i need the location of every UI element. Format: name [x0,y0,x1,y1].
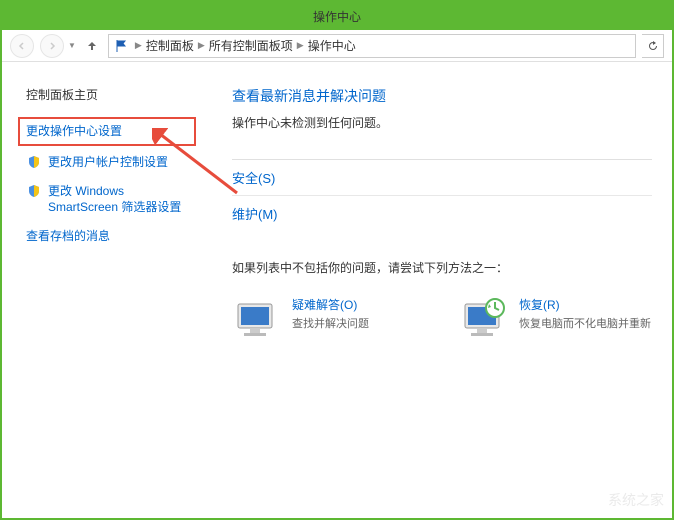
tile-title[interactable]: 疑难解答(O) [292,296,369,313]
chevron-right-icon: ▶ [135,40,142,51]
recovery-icon [459,296,507,344]
section-maintenance[interactable]: 维护(M) [232,195,652,231]
chevron-right-icon: ▶ [198,40,205,51]
section-security[interactable]: 安全(S) [232,159,652,195]
sidebar-link-label: 更改用户帐户控制设置 [48,154,168,171]
tile-info: 恢复(R) 恢复电脑而不化电脑并重新 [519,296,651,344]
flag-icon [113,37,131,55]
tile-title[interactable]: 恢复(R) [519,296,651,313]
sidebar: 控制面板主页 更改操作中心设置 更改用户帐户控制设置 更改 Windows Sm… [2,62,212,518]
sidebar-link-label: 查看存档的消息 [26,228,110,245]
sidebar-link-archived[interactable]: 查看存档的消息 [26,228,196,245]
shield-icon [26,183,42,199]
help-text: 如果列表中不包括你的问题，请尝试下列方法之一： [232,259,652,276]
chevron-right-icon: ▶ [297,40,304,51]
back-button[interactable] [10,34,34,58]
sidebar-link-uac[interactable]: 更改用户帐户控制设置 [26,154,196,171]
up-button[interactable] [82,36,102,56]
tiles-row: 疑难解答(O) 查找并解决问题 [232,296,652,344]
sidebar-title: 控制面板主页 [26,86,196,103]
forward-button[interactable] [40,34,64,58]
tile-desc: 恢复电脑而不化电脑并重新 [519,317,651,332]
history-dropdown-icon[interactable]: ▼ [68,41,76,50]
tile-info: 疑难解答(O) 查找并解决问题 [292,296,369,344]
breadcrumb-item[interactable]: 所有控制面板项 [209,37,293,54]
window-title: 操作中心 [313,8,361,25]
sidebar-link-label: 更改操作中心设置 [26,123,122,140]
titlebar: 操作中心 [2,2,672,30]
content-area: 控制面板主页 更改操作中心设置 更改用户帐户控制设置 更改 Windows Sm… [2,62,672,518]
breadcrumb-item[interactable]: 操作中心 [308,37,356,54]
section-links: 安全(S) 维护(M) [232,159,652,231]
monitor-icon [232,296,280,344]
sidebar-link-change-action-center[interactable]: 更改操作中心设置 [18,117,196,146]
main-panel: 查看最新消息并解决问题 操作中心未检测到任何问题。 安全(S) 维护(M) 如果… [212,62,672,518]
tile-desc: 查找并解决问题 [292,317,369,332]
page-title: 查看最新消息并解决问题 [232,86,652,106]
breadcrumb-item[interactable]: 控制面板 [146,37,194,54]
breadcrumb[interactable]: ▶ 控制面板 ▶ 所有控制面板项 ▶ 操作中心 [108,34,636,58]
refresh-button[interactable] [642,34,664,58]
shield-icon [26,154,42,170]
sidebar-link-label: 更改 Windows SmartScreen 筛选器设置 [48,183,196,217]
sidebar-link-smartscreen[interactable]: 更改 Windows SmartScreen 筛选器设置 [26,183,196,217]
page-subtitle: 操作中心未检测到任何问题。 [232,114,652,131]
tile-troubleshoot: 疑难解答(O) 查找并解决问题 [232,296,369,344]
navbar: ▼ ▶ 控制面板 ▶ 所有控制面板项 ▶ 操作中心 [2,30,672,62]
tile-recovery: 恢复(R) 恢复电脑而不化电脑并重新 [459,296,651,344]
